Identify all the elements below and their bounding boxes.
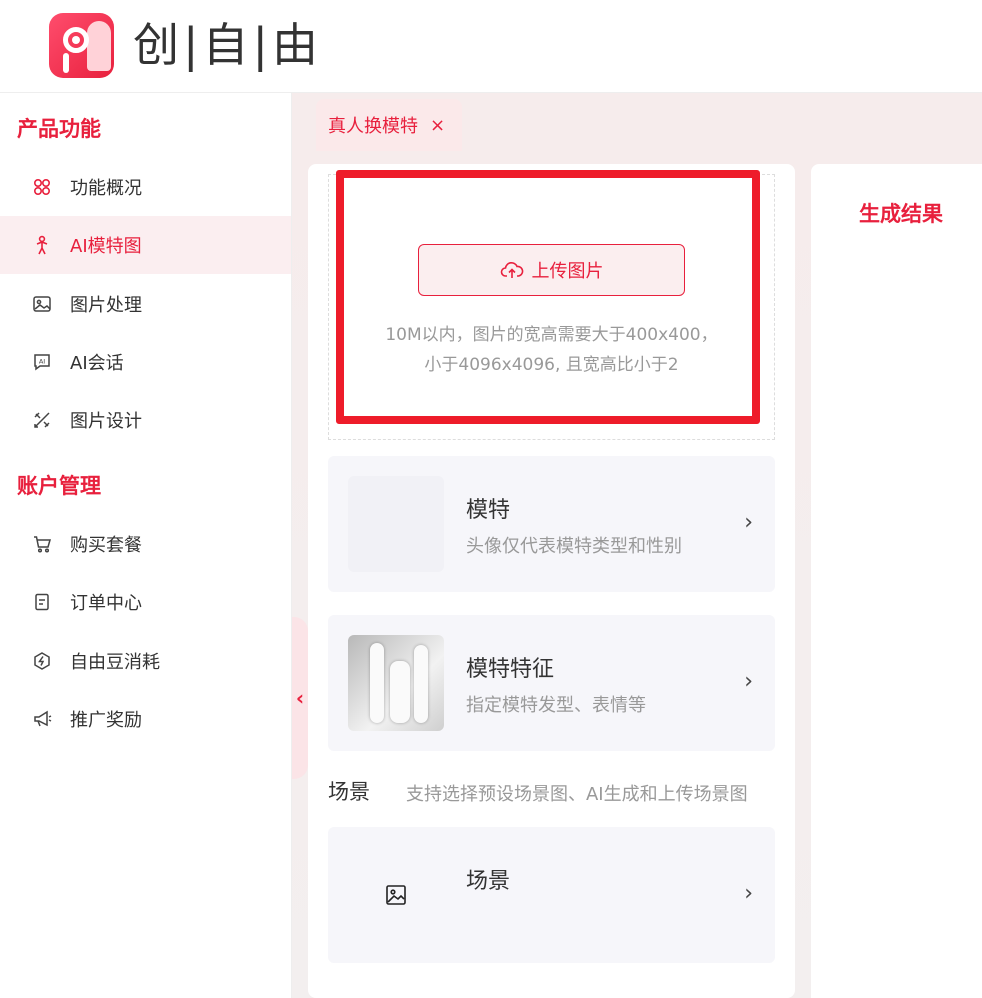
highlight-box (336, 170, 760, 424)
upload-button-label: 上传图片 (531, 261, 604, 282)
close-icon[interactable]: × (430, 115, 445, 136)
result-title: 生成结果 (859, 202, 943, 226)
card-title: 模特 (466, 498, 511, 523)
sidebar-item-label: 订单中心 (70, 593, 142, 614)
sidebar-item-ai-chat[interactable]: AI AI会话 (0, 333, 291, 391)
sidebar-item-promotion[interactable]: 推广奖励 (0, 690, 291, 748)
sidebar-item-label: AI模特图 (70, 236, 142, 257)
card-subtitle: 指定模特发型、表情等 (466, 695, 646, 716)
image-icon (32, 294, 52, 314)
logo-icon (49, 13, 114, 78)
main-area: 真人换模特 × 上传图片 10M以内，图片的宽高需要大于400x400， 小于4… (292, 93, 982, 998)
model-thumbnail (348, 476, 444, 572)
section-title-product: 产品功能 (17, 117, 101, 141)
cloud-upload-icon (500, 262, 523, 278)
sidebar-item-label: 图片设计 (70, 411, 142, 432)
section-title-account: 账户管理 (17, 474, 101, 498)
chat-ai-icon: AI (32, 352, 52, 372)
scene-section-title: 场景 (328, 780, 370, 804)
sidebar-item-label: 功能概况 (70, 178, 142, 199)
scene-thumbnail (348, 847, 444, 943)
sidebar-item-purchase[interactable]: 购买套餐 (0, 515, 291, 573)
document-icon (32, 592, 52, 612)
card-title: 场景 (466, 869, 511, 894)
brand-name: 创|自|由 (133, 18, 322, 72)
scene-section-hint: 支持选择预设场景图、AI生成和上传场景图 (406, 784, 748, 805)
design-tools-icon (32, 410, 52, 430)
model-card[interactable]: 模特 头像仅代表模特类型和性别 › (328, 456, 775, 592)
sidebar-item-label: 图片处理 (70, 295, 142, 316)
sidebar-item-image-processing[interactable]: 图片处理 (0, 275, 291, 333)
cart-icon (32, 534, 52, 554)
mannequin-photo (348, 635, 444, 731)
upload-image-button[interactable]: 上传图片 (418, 244, 685, 296)
lightning-icon (32, 651, 52, 671)
chevron-right-icon: › (744, 510, 753, 535)
tab-label: 真人换模特 (328, 116, 418, 137)
sidebar-item-label: 推广奖励 (70, 710, 142, 731)
sidebar: 产品功能 功能概况 AI模特图 图片处理 AI AI会话 图片设计 账户管理 购… (0, 93, 292, 998)
svg-text:AI: AI (39, 358, 45, 366)
sidebar-item-image-design[interactable]: 图片设计 (0, 391, 291, 449)
chevron-left-icon: ‹ (295, 686, 305, 710)
sidebar-item-beans[interactable]: 自由豆消耗 (0, 632, 291, 690)
grid-icon (32, 177, 52, 197)
chevron-right-icon: › (744, 881, 753, 906)
card-subtitle: 头像仅代表模特类型和性别 (466, 536, 682, 557)
person-icon (32, 235, 52, 255)
app-header: 创|自|由 (0, 0, 982, 93)
megaphone-icon (32, 709, 52, 729)
sidebar-item-label: 自由豆消耗 (70, 652, 160, 673)
image-icon (386, 885, 406, 905)
card-title: 模特特征 (466, 657, 555, 682)
sidebar-item-label: 购买套餐 (70, 535, 142, 556)
model-features-card[interactable]: 模特特征 指定模特发型、表情等 › (328, 615, 775, 751)
sidebar-item-label: AI会话 (70, 353, 124, 374)
sidebar-item-orders[interactable]: 订单中心 (0, 573, 291, 631)
settings-panel: 上传图片 10M以内，图片的宽高需要大于400x400， 小于4096x4096… (308, 164, 795, 998)
chevron-right-icon: › (744, 669, 753, 694)
result-panel: 生成结果 (811, 164, 982, 998)
sidebar-item-ai-model[interactable]: AI模特图 (0, 216, 291, 274)
scene-card[interactable]: 场景 › (328, 827, 775, 963)
tab-real-person-model[interactable]: 真人换模特 × (316, 99, 462, 151)
collapse-sidebar-button[interactable]: ‹ (292, 617, 308, 779)
sidebar-item-overview[interactable]: 功能概况 (0, 158, 291, 216)
upload-hint: 10M以内，图片的宽高需要大于400x400， 小于4096x4096, 且宽高… (385, 325, 718, 375)
